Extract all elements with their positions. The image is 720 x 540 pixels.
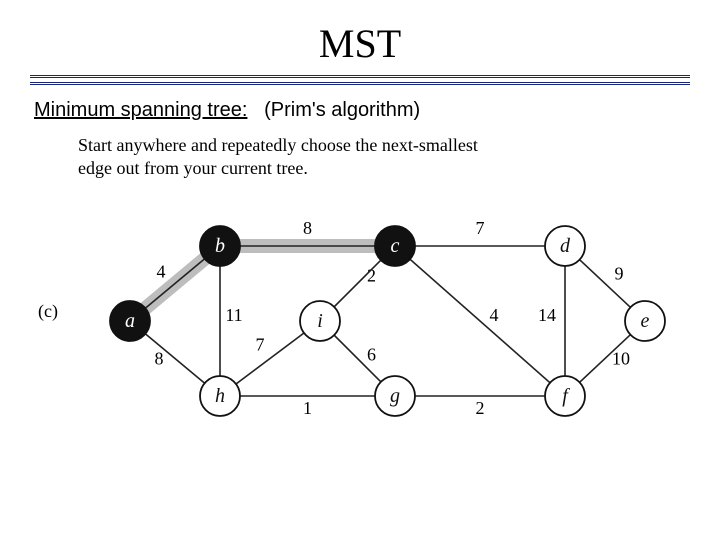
- graph-node-label: a: [125, 310, 135, 332]
- graph-node-label: b: [215, 235, 225, 257]
- subtitle: Minimum spanning tree: (Prim's algorithm…: [34, 99, 690, 122]
- graph-node-label: i: [317, 310, 323, 332]
- graph-figure: (c) 48791021811726414abcdefghi: [40, 191, 680, 441]
- subtitle-lead: Minimum spanning tree:: [34, 99, 247, 121]
- edge-weight: 8: [303, 218, 312, 238]
- subtitle-tail: (Prim's algorithm): [264, 99, 420, 121]
- edge-weight: 4: [490, 305, 499, 325]
- graph-node-label: c: [391, 235, 400, 257]
- edge-weight: 2: [476, 398, 485, 418]
- edge-weight: 11: [225, 305, 242, 325]
- edge-weight: 7: [256, 335, 265, 355]
- graph-node-label: g: [390, 385, 400, 407]
- edge-weight: 1: [303, 398, 312, 418]
- graph-svg: 48791021811726414abcdefghi: [40, 191, 680, 441]
- edge-weight: 10: [612, 349, 630, 369]
- edge-weight: 9: [615, 264, 624, 284]
- edge-weight: 8: [155, 349, 164, 369]
- graph-node-label: d: [560, 235, 571, 257]
- edge-weight: 2: [367, 266, 376, 286]
- edge-weight: 4: [157, 262, 166, 282]
- page-title: MST: [30, 20, 690, 67]
- edge-weight: 14: [538, 305, 556, 325]
- edge-weight: 6: [367, 345, 376, 365]
- description-text: Start anywhere and repeatedly choose the…: [78, 134, 508, 179]
- graph-node-label: e: [641, 310, 650, 332]
- edge-weight: 7: [476, 218, 485, 238]
- graph-node-label: h: [215, 385, 225, 407]
- title-rule: [30, 75, 690, 85]
- figure-label: (c): [38, 301, 58, 322]
